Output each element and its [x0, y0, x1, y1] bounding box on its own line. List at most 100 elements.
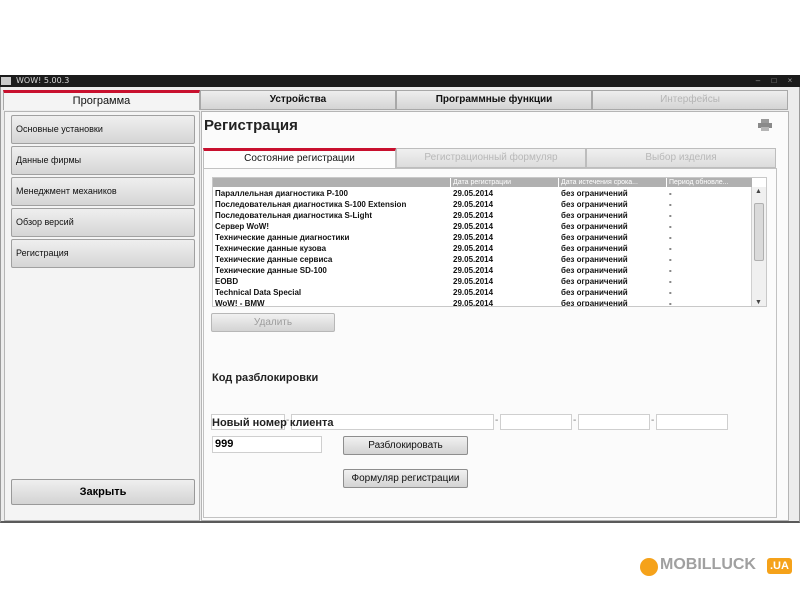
- watermark-text: MOBILLUCK: [660, 556, 756, 573]
- tab-devices[interactable]: Устройства: [200, 90, 396, 110]
- table-cell: без ограничений: [561, 233, 628, 242]
- table-header: Дата регистрации Дата истечения срока...…: [213, 178, 753, 187]
- table-cell: 29.05.2014: [453, 244, 494, 253]
- table-cell: 29.05.2014: [453, 255, 494, 264]
- scrollbar-thumb[interactable]: [754, 203, 764, 261]
- unlock-code-field-5[interactable]: [656, 414, 728, 430]
- table-cell: -: [669, 277, 672, 286]
- title-bar: WOW! 5.00.3 – □ ×: [0, 75, 800, 87]
- table-row[interactable]: Технические данные диагностики 29.05.2014…: [213, 232, 753, 243]
- table-cell: Технические данные кузова: [215, 244, 327, 253]
- column-header-module[interactable]: [213, 178, 451, 187]
- table-row[interactable]: Последовательная диагностика S-100 Exten…: [213, 199, 753, 210]
- table-cell: 29.05.2014: [453, 200, 494, 209]
- column-header-registration-date[interactable]: Дата регистрации: [451, 178, 559, 187]
- printer-icon[interactable]: [758, 119, 772, 131]
- table-cell: без ограничений: [561, 288, 628, 297]
- close-button[interactable]: Закрыть: [11, 479, 195, 505]
- unlock-code-separator: -: [651, 415, 655, 426]
- table-row[interactable]: Последовательная диагностика S-Light 29.0…: [213, 210, 753, 221]
- main-panel: Регистрация Состояние регистрации Регист…: [201, 111, 789, 521]
- unlock-code-field-4[interactable]: [578, 414, 650, 430]
- tab-program[interactable]: Программа: [3, 90, 200, 110]
- unlock-code-field-3[interactable]: [500, 414, 572, 430]
- table-cell: Параллельная диагностика P-100: [215, 189, 348, 198]
- tab-registration-status[interactable]: Состояние регистрации: [203, 148, 396, 168]
- table-row[interactable]: EOBD 29.05.2014 без ограничений -: [213, 276, 753, 287]
- table-cell: 29.05.2014: [453, 288, 494, 297]
- table-row[interactable]: Технические данные SD-100 29.05.2014 без о…: [213, 265, 753, 276]
- table-cell: -: [669, 244, 672, 253]
- client-number-input[interactable]: 999: [212, 436, 322, 453]
- table-row[interactable]: Technical Data Special 29.05.2014 без огра…: [213, 287, 753, 298]
- close-window-icon[interactable]: ×: [784, 77, 796, 85]
- table-cell: Technical Data Special: [215, 288, 302, 297]
- table-cell: без ограничений: [561, 266, 628, 275]
- scroll-up-icon[interactable]: ▲: [755, 188, 762, 195]
- table-cell: Технические данные сервиса: [215, 255, 333, 264]
- tab-interfaces[interactable]: Интерфейсы: [592, 90, 788, 110]
- table-cell: 29.05.2014: [453, 233, 494, 242]
- screen: WOW! 5.00.3 – □ × Программа Устройства П…: [0, 0, 800, 598]
- table-cell: 29.05.2014: [453, 222, 494, 231]
- sun-icon: [640, 558, 658, 576]
- sidebar: Основные установки Данные фирмы Менеджме…: [4, 111, 200, 521]
- table-cell: без ограничений: [561, 244, 628, 253]
- table-cell: -: [669, 189, 672, 198]
- table-scrollbar[interactable]: ▲ ▼: [751, 187, 766, 306]
- delete-button[interactable]: Удалить: [211, 313, 335, 332]
- table-row[interactable]: Параллельная диагностика P-100 29.05.2014…: [213, 188, 753, 199]
- table-cell: без ограничений: [561, 211, 628, 220]
- sidebar-item-mechanics-management[interactable]: Менеджмент механиков: [11, 177, 195, 206]
- scroll-down-icon[interactable]: ▼: [755, 299, 762, 306]
- watermark-badge: .UA: [767, 558, 792, 574]
- sidebar-item-basic-settings[interactable]: Основные установки: [11, 115, 195, 144]
- client-number-label: Новый номер клиента: [212, 417, 334, 429]
- sidebar-item-company-data[interactable]: Данные фирмы: [11, 146, 195, 175]
- table-row[interactable]: WoW! - BMW 29.05.2014 без ограничений -: [213, 298, 753, 307]
- sidebar-item-registration[interactable]: Регистрация: [11, 239, 195, 268]
- table-cell: без ограничений: [561, 200, 628, 209]
- unlock-button[interactable]: Разблокировать: [343, 436, 468, 455]
- table-cell: 29.05.2014: [453, 266, 494, 275]
- table-cell: Технические данные диагностики: [215, 233, 350, 242]
- tab-registration-form[interactable]: Регистрационный формуляр: [396, 148, 586, 168]
- table-cell: без ограничений: [561, 189, 628, 198]
- tab-product-selection[interactable]: Выбор изделия: [586, 148, 776, 168]
- table-cell: 29.05.2014: [453, 189, 494, 198]
- registration-table[interactable]: Дата регистрации Дата истечения срока...…: [212, 177, 767, 307]
- sidebar-item-version-overview[interactable]: Обзор версий: [11, 208, 195, 237]
- unlock-code-separator: -: [573, 415, 577, 426]
- table-cell: -: [669, 299, 672, 307]
- table-cell: -: [669, 255, 672, 264]
- table-row[interactable]: Технические данные кузова 29.05.2014 без о…: [213, 243, 753, 254]
- window-title: WOW! 5.00.3: [16, 76, 70, 85]
- table-row[interactable]: Технические данные сервиса 29.05.2014 без …: [213, 254, 753, 265]
- page-title: Регистрация: [204, 117, 298, 134]
- table-cell: WoW! - BMW: [215, 299, 265, 307]
- table-cell: без ограничений: [561, 222, 628, 231]
- column-header-expiry-date[interactable]: Дата истечения срока...: [559, 178, 667, 187]
- table-cell: Сервер WoW!: [215, 222, 269, 231]
- registration-form-button[interactable]: Формуляр регистрации: [343, 469, 468, 488]
- table-cell: -: [669, 266, 672, 275]
- unlock-code-label: Код разблокировки: [212, 372, 319, 384]
- app-window: Программа Устройства Программные функции…: [0, 87, 800, 523]
- table-cell: EOBD: [215, 277, 239, 286]
- table-cell: без ограничений: [561, 299, 628, 307]
- table-cell: -: [669, 222, 672, 231]
- minimize-icon[interactable]: –: [752, 77, 764, 85]
- app-logo-icon: [1, 77, 11, 85]
- table-cell: без ограничений: [561, 277, 628, 286]
- table-cell: Технические данные SD-100: [215, 266, 327, 275]
- tab-program-functions[interactable]: Программные функции: [396, 90, 592, 110]
- column-header-update-period[interactable]: Период обновле...: [667, 178, 753, 187]
- registration-status-panel: Дата регистрации Дата истечения срока...…: [203, 168, 777, 518]
- table-row[interactable]: Сервер WoW! 29.05.2014 без ограничений -: [213, 221, 753, 232]
- table-cell: 29.05.2014: [453, 211, 494, 220]
- table-cell: 29.05.2014: [453, 277, 494, 286]
- maximize-icon[interactable]: □: [768, 77, 780, 85]
- table-cell: -: [669, 211, 672, 220]
- table-cell: -: [669, 233, 672, 242]
- table-cell: -: [669, 200, 672, 209]
